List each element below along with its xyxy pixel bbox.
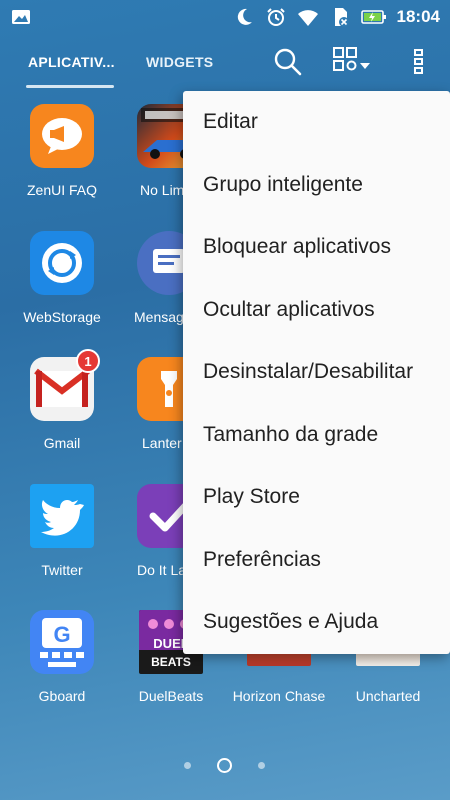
app-label: Uncharted: [355, 688, 421, 704]
app-label: Gmail: [43, 435, 81, 451]
app-label: Mensag: [134, 309, 184, 325]
app-label: WebStorage: [23, 309, 101, 325]
app-do-it-later[interactable]: Do It La: [109, 484, 201, 578]
menu-item-grid-size[interactable]: Tamanho da grade: [183, 404, 450, 467]
svg-text:BEATS: BEATS: [151, 655, 191, 669]
app-zenui-faq[interactable]: ZenUI FAQ: [7, 104, 117, 198]
app-gboard[interactable]: G Gboard: [7, 610, 117, 704]
overflow-menu: Editar Grupo inteligente Bloquear aplica…: [183, 91, 450, 654]
app-webstorage[interactable]: WebStorage: [7, 231, 117, 325]
app-messages[interactable]: Mensag: [109, 231, 201, 325]
search-icon[interactable]: [272, 46, 302, 76]
status-bar: 18:04: [0, 0, 450, 34]
app-label: Horizon Chase: [232, 688, 326, 704]
menu-item-suggestions-help[interactable]: Sugestões e Ajuda: [183, 591, 450, 654]
page-dot[interactable]: [258, 762, 265, 769]
app-label: ZenUI FAQ: [26, 182, 98, 198]
moon-icon: [237, 8, 252, 25]
clock: 18:04: [396, 7, 440, 26]
menu-item-play-store[interactable]: Play Store: [183, 466, 450, 529]
app-label: Lanter: [142, 435, 182, 451]
page-dot-active[interactable]: [217, 758, 232, 773]
gmail-icon: 1: [30, 349, 100, 421]
app-gmail[interactable]: 1 Gmail: [7, 349, 117, 451]
alarm-icon: [266, 8, 285, 26]
grid-settings-icon[interactable]: [332, 46, 372, 76]
more-vert-icon[interactable]: [404, 46, 434, 76]
wifi-icon: [297, 10, 318, 26]
tab-widgets[interactable]: WIDGETS: [146, 54, 213, 70]
app-flashlight[interactable]: Lanter: [109, 357, 201, 451]
active-tab-indicator: [26, 85, 114, 88]
app-twitter[interactable]: Twitter: [7, 484, 117, 578]
page-indicator: [0, 758, 450, 774]
battery-charging-icon: [360, 10, 386, 24]
tab-apps[interactable]: APLICATIV...: [28, 54, 115, 70]
menu-item-lock-apps[interactable]: Bloquear aplicativos: [183, 216, 450, 279]
webstorage-icon: [30, 231, 94, 295]
menu-item-uninstall-disable[interactable]: Desinstalar/Desabilitar: [183, 341, 450, 404]
menu-item-hide-apps[interactable]: Ocultar aplicativos: [183, 279, 450, 342]
menu-item-smart-group[interactable]: Grupo inteligente: [183, 154, 450, 217]
no-sim-icon: [334, 8, 349, 27]
notification-badge: 1: [76, 349, 100, 373]
gboard-icon: G: [30, 610, 94, 674]
menu-item-preferences[interactable]: Preferências: [183, 529, 450, 592]
zenui-faq-icon: [30, 104, 94, 168]
app-no-limits[interactable]: No Lim: [109, 104, 201, 198]
twitter-icon: [30, 484, 94, 548]
app-label: Do It La: [137, 562, 185, 578]
svg-text:G: G: [53, 622, 70, 647]
menu-item-edit[interactable]: Editar: [183, 91, 450, 154]
drawer-top-bar: APLICATIV... WIDGETS: [0, 34, 450, 92]
app-label: No Lim: [140, 182, 185, 198]
image-icon: [12, 10, 30, 24]
page-dot[interactable]: [184, 762, 191, 769]
app-label: DuelBeats: [138, 688, 204, 704]
app-label: Twitter: [41, 562, 83, 578]
app-label: Gboard: [38, 688, 86, 704]
